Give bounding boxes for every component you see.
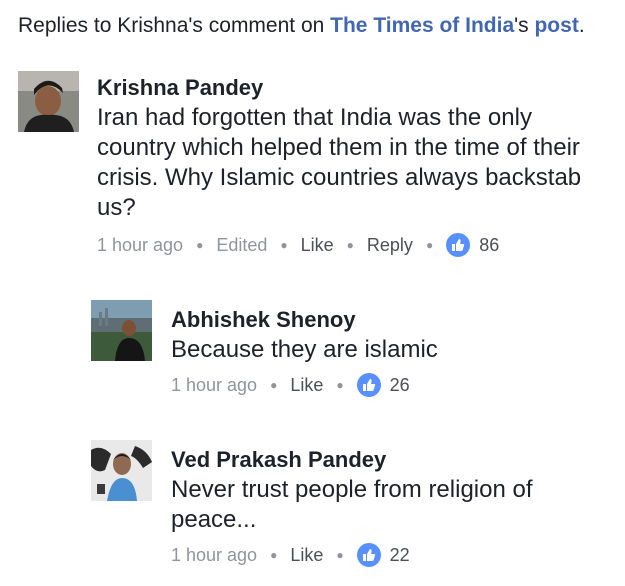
comment-text: Never trust people from religion of peac… — [171, 476, 533, 533]
separator-dot: ● — [270, 378, 278, 392]
comment-actions: 1 hour ago ● Like ● 22 — [171, 543, 410, 567]
thumbs-up-icon[interactable] — [356, 373, 381, 397]
comment-author[interactable]: Krishna Pandey — [97, 73, 607, 103]
edited-label[interactable]: Edited — [216, 235, 267, 256]
like-button[interactable]: Like — [290, 375, 323, 396]
like-button[interactable]: Like — [290, 545, 323, 566]
like-count[interactable]: 22 — [390, 545, 410, 566]
profile-photo-icon — [91, 440, 152, 501]
header-suffix: . — [578, 14, 585, 37]
comment-author[interactable]: Ved Prakash Pandey — [171, 445, 611, 475]
page-link[interactable]: The Times of India — [330, 14, 514, 37]
profile-photo-icon — [18, 71, 79, 132]
avatar[interactable] — [91, 300, 152, 361]
header-middle: 's — [514, 14, 535, 37]
comment-timestamp[interactable]: 1 hour ago — [97, 235, 183, 256]
separator-dot: ● — [336, 378, 344, 392]
separator-dot: ● — [346, 238, 354, 252]
thumbs-up-icon[interactable] — [446, 233, 471, 257]
separator-dot: ● — [196, 238, 204, 252]
comment-text: Because they are islamic — [171, 336, 438, 363]
separator-dot: ● — [425, 238, 434, 252]
comment-actions: 1 hour ago ● Like ● 26 — [171, 373, 410, 397]
like-button[interactable]: Like — [301, 235, 334, 256]
comment-text: Iran had forgotten that India was the on… — [97, 104, 582, 221]
comment-timestamp[interactable]: 1 hour ago — [171, 375, 257, 396]
comment-timestamp[interactable]: 1 hour ago — [171, 545, 257, 566]
like-count[interactable]: 86 — [479, 235, 499, 256]
thumbs-up-icon[interactable] — [356, 543, 381, 567]
separator-dot: ● — [280, 238, 288, 252]
comment-actions: 1 hour ago ● Edited ● Like ● Reply ● 86 — [97, 233, 499, 257]
replies-header: Replies to Krishna's comment on The Time… — [18, 14, 585, 38]
avatar[interactable] — [91, 440, 152, 501]
avatar[interactable] — [18, 71, 79, 132]
header-prefix: Replies to Krishna's comment on — [18, 14, 331, 37]
like-count[interactable]: 26 — [390, 375, 410, 396]
profile-photo-icon — [91, 300, 152, 361]
post-link[interactable]: post — [534, 14, 578, 37]
separator-dot: ● — [270, 548, 278, 562]
reply-button[interactable]: Reply — [367, 235, 413, 256]
separator-dot: ● — [336, 548, 344, 562]
comment-author[interactable]: Abhishek Shenoy — [171, 305, 611, 335]
